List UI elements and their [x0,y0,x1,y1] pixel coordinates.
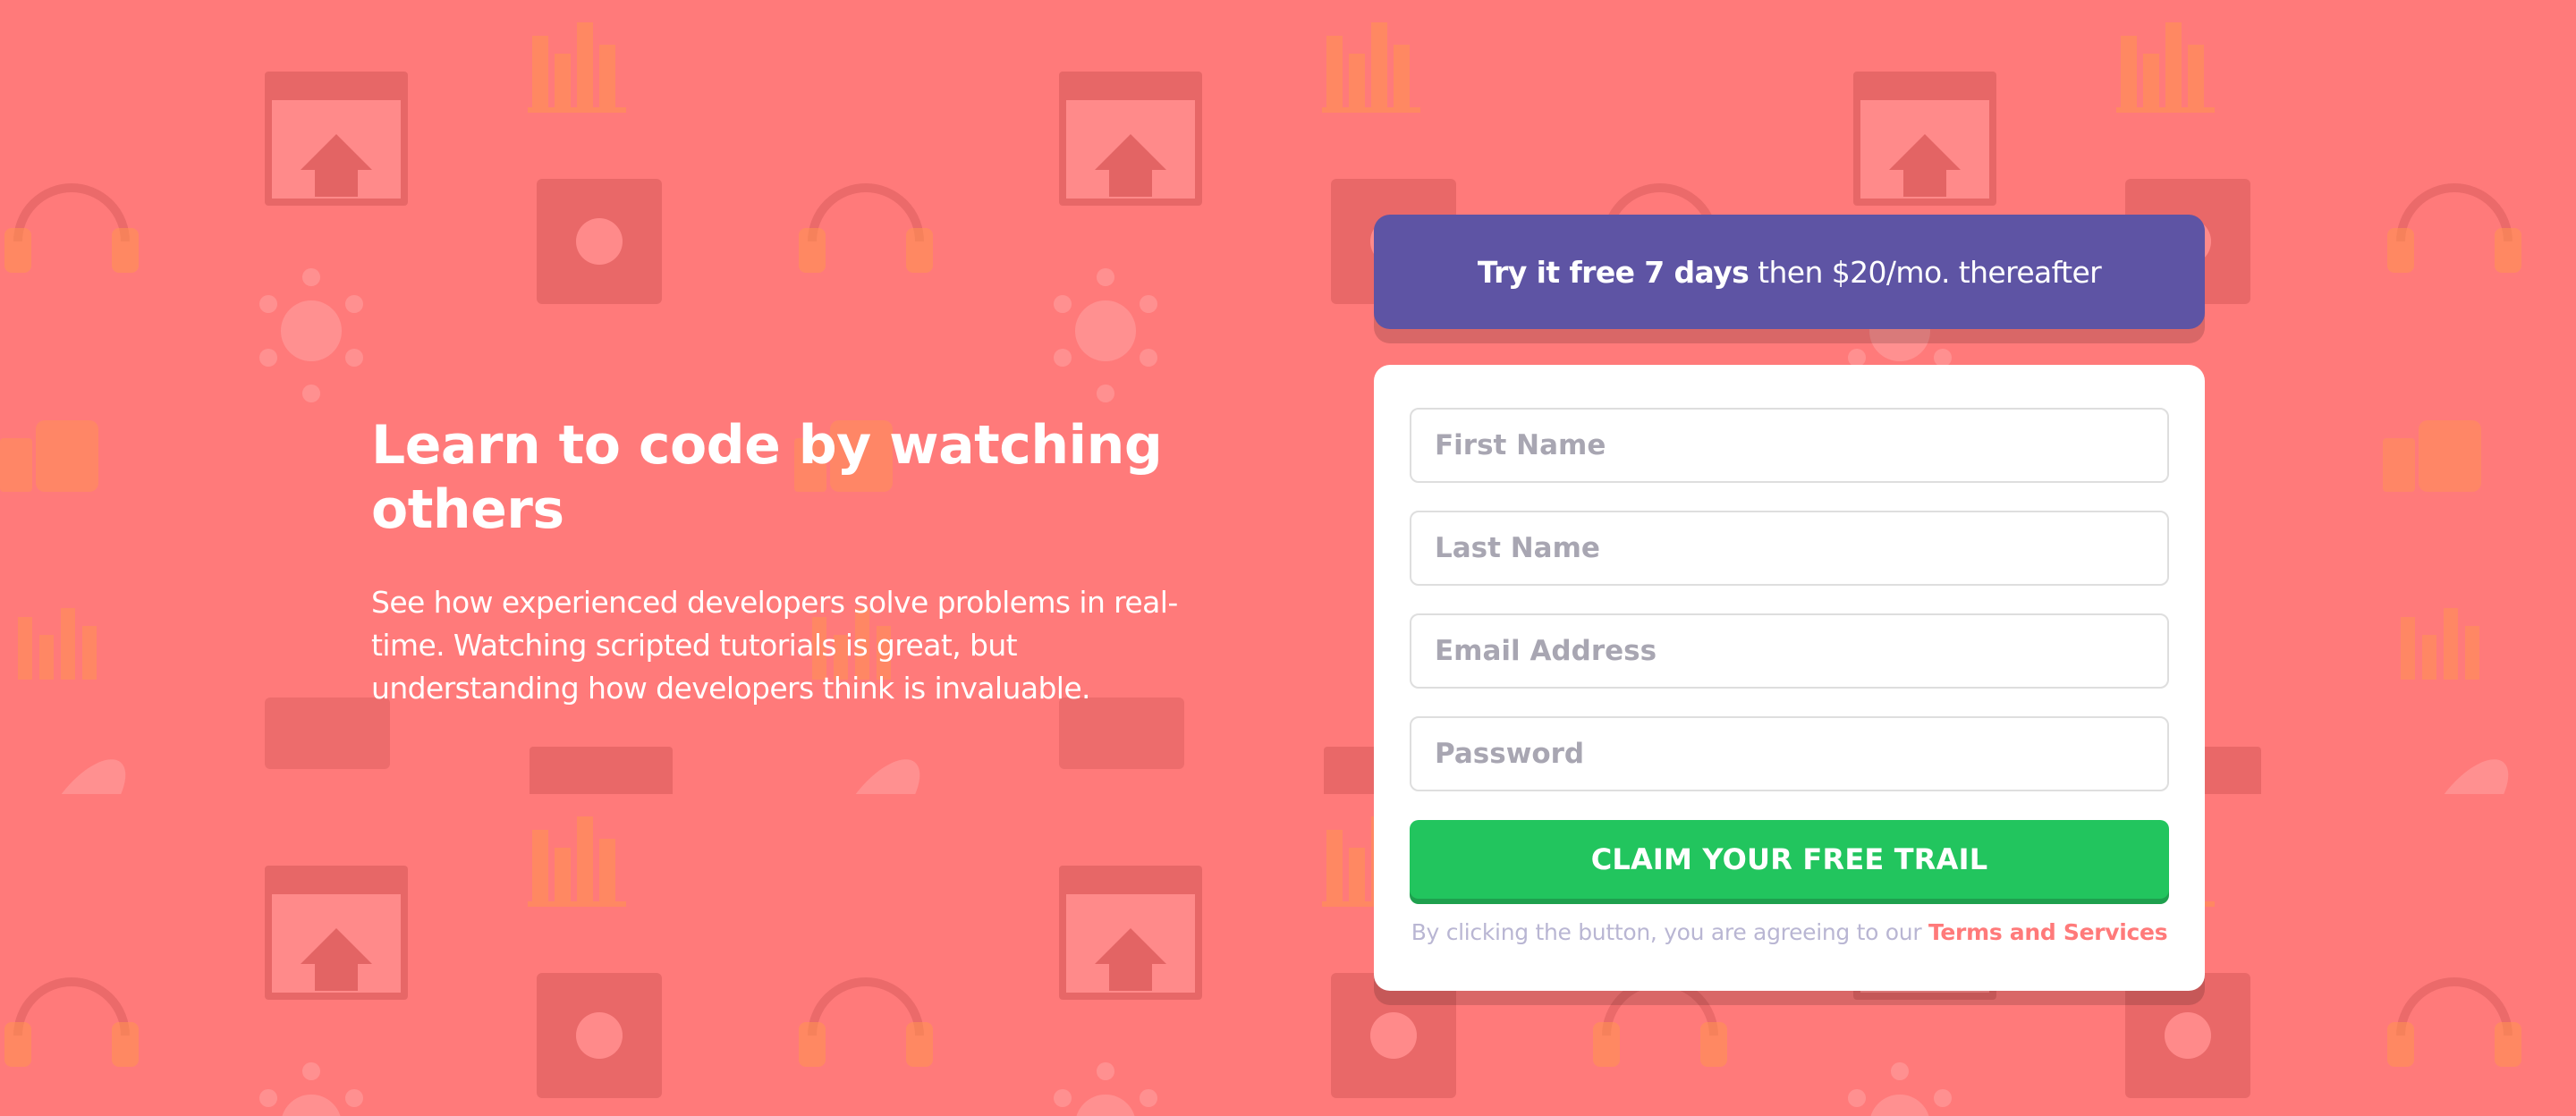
promo-bold-text: Try it free 7 days [1477,254,1750,290]
terms-notice: By clicking the button, you are agreeing… [1410,919,2169,945]
password-input[interactable] [1410,716,2169,791]
hero-title: Learn to code by watching others [371,414,1163,541]
terms-text: By clicking the button, you are agreeing… [1411,919,1922,945]
hero-description: See how experienced developers solve pro… [371,585,1178,706]
signup-form: CLAIM YOUR FREE TRAIL By clicking the bu… [1374,365,2205,991]
promo-rest-text: then $20/mo. thereafter [1758,254,2102,290]
hero-section: Learn to code by watching others See how… [371,413,1194,710]
claim-trial-button[interactable]: CLAIM YOUR FREE TRAIL [1410,820,2169,899]
terms-link[interactable]: Terms and Services [1928,919,2168,945]
last-name-input[interactable] [1410,511,2169,586]
email-input[interactable] [1410,613,2169,689]
first-name-input[interactable] [1410,408,2169,483]
promo-banner: Try it free 7 days then $20/mo. thereafte… [1374,215,2205,329]
